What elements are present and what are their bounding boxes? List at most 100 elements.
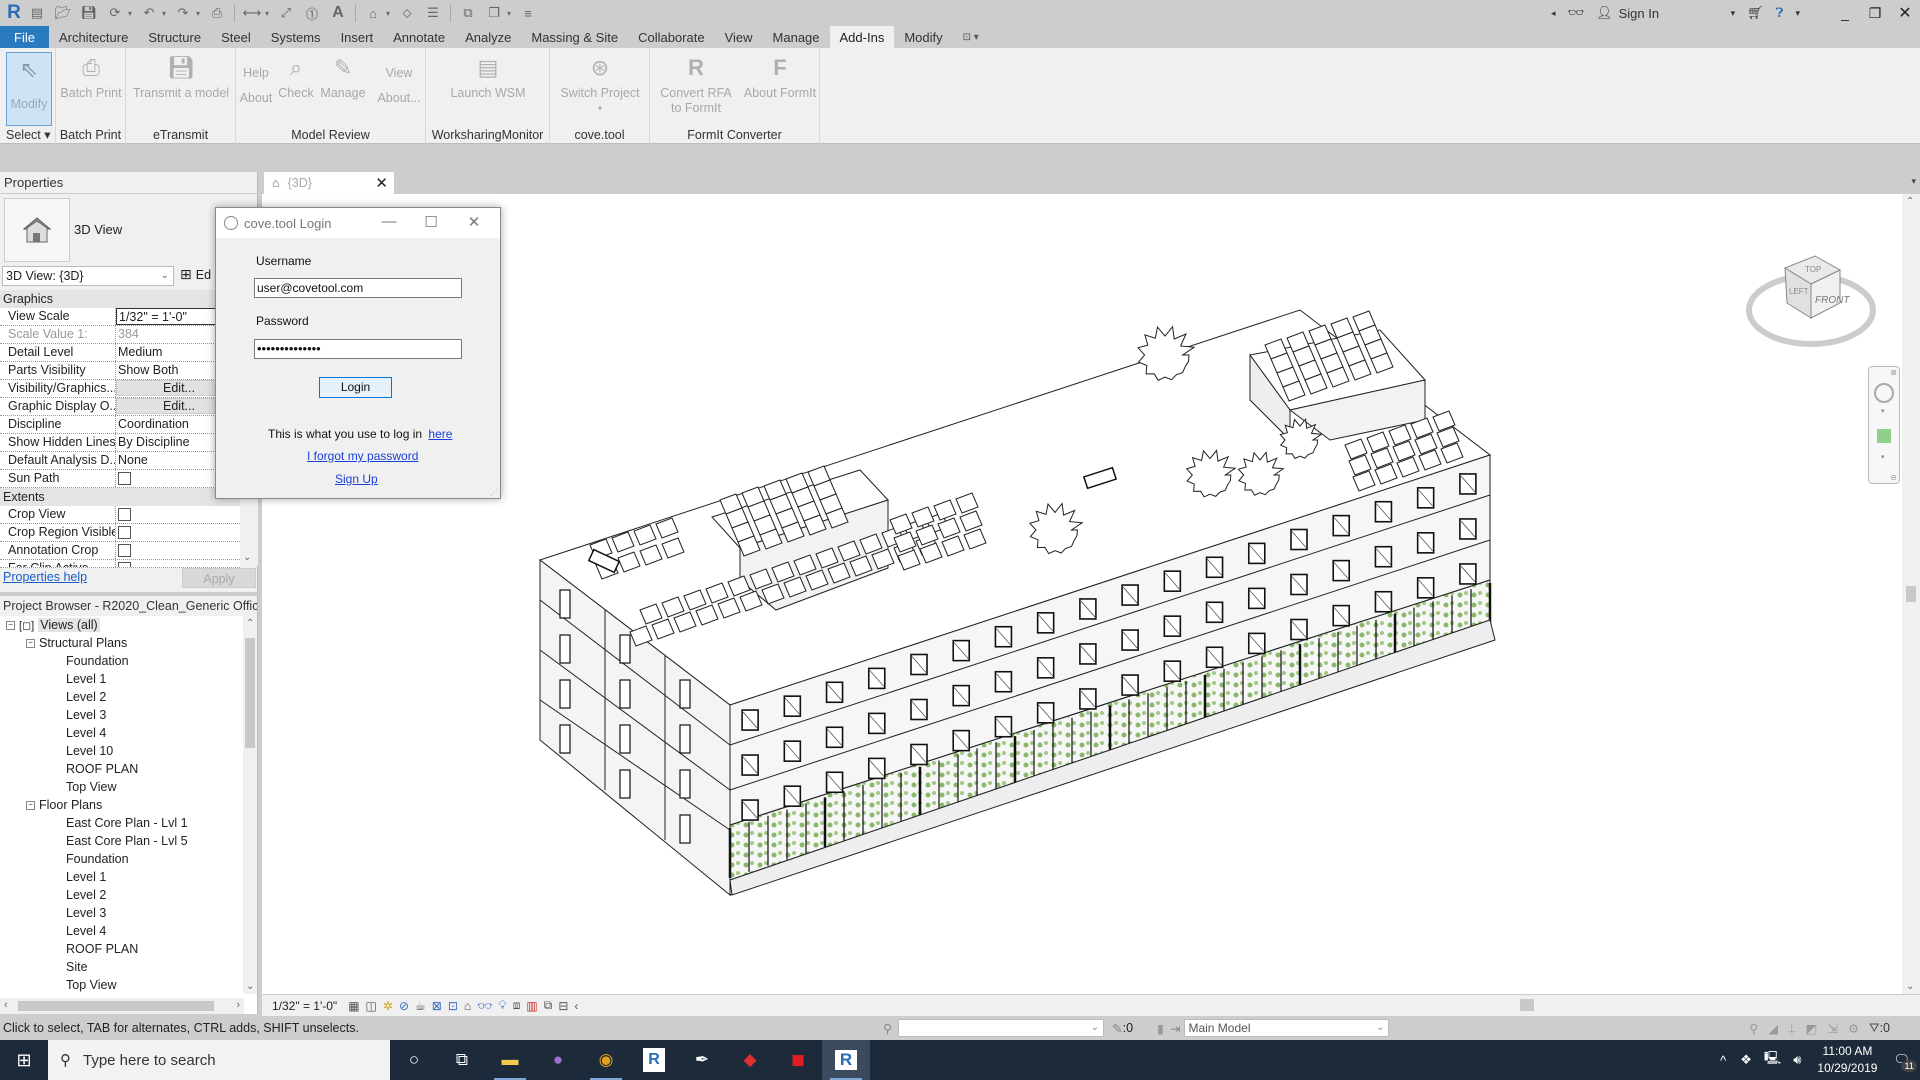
sun-path-checkbox[interactable]	[118, 472, 131, 485]
undo-icon[interactable]: ↶	[138, 3, 160, 23]
manage-button[interactable]: ✎ Manage	[318, 52, 368, 101]
view-about-button[interactable]: About...	[374, 91, 424, 106]
convert-rfa-button[interactable]: R Convert RFA to FormIt	[652, 52, 740, 116]
collapse-arrow-icon[interactable]: ◂	[1551, 8, 1556, 19]
show-hidden-icons[interactable]: ^	[1720, 1053, 1726, 1068]
about-formit-button[interactable]: F About FormIt	[740, 52, 820, 101]
viewcube-front-label[interactable]: FRONT	[1815, 295, 1850, 306]
cortana-icon[interactable]: ○	[390, 1040, 438, 1080]
filter-icon[interactable]: ⛛	[1869, 1021, 1880, 1036]
sign-in-link[interactable]: Sign In	[1619, 6, 1719, 21]
sync-icon[interactable]: ⟳	[104, 3, 126, 23]
properties-help-link[interactable]: Properties help	[3, 570, 87, 584]
modify-button[interactable]: ⇖ Modify	[6, 52, 52, 126]
start-button[interactable]: ⊞	[0, 1040, 48, 1080]
file-explorer-icon[interactable]: ▬	[486, 1040, 534, 1080]
tab-analyze[interactable]: Analyze	[455, 26, 521, 48]
apply-button[interactable]: Apply	[182, 568, 256, 588]
reveal-constraints-icon[interactable]: ⧉	[544, 998, 553, 1013]
select-underlay-icon[interactable]: ◢	[1768, 1021, 1778, 1036]
3d-view-dropdown-icon[interactable]: ▾	[386, 9, 394, 18]
binoculars-icon[interactable]: 👓︎	[1568, 5, 1585, 21]
tab-3d-view[interactable]: ⌂ {3D} ✕	[264, 172, 394, 194]
tab-annotate[interactable]: Annotate	[383, 26, 455, 48]
minimize-icon[interactable]: _	[1830, 5, 1860, 21]
viewcube-left-label[interactable]: LEFT	[1789, 287, 1809, 296]
zoom-region-icon[interactable]	[1877, 429, 1891, 443]
scroll-thumb[interactable]	[18, 1001, 214, 1011]
browser-vertical-scrollbar[interactable]: ⌃ ⌄	[243, 616, 257, 994]
annotation-crop-checkbox[interactable]	[118, 544, 131, 557]
restore-icon[interactable]: ❐	[1860, 5, 1890, 22]
render-icon[interactable]: ☕︎	[415, 999, 426, 1013]
login-button[interactable]: Login	[319, 377, 392, 398]
tree-item-structural-plan[interactable]: Foundation	[0, 652, 244, 670]
tab-systems[interactable]: Systems	[261, 26, 331, 48]
view-button[interactable]: View About...	[374, 66, 424, 106]
tree-node-views-all[interactable]: − [◻] Views (all)	[0, 616, 244, 634]
tab-insert[interactable]: Insert	[331, 26, 384, 48]
temporary-view-properties-icon[interactable]: ⧈	[513, 998, 521, 1013]
sign-in-dropdown-icon[interactable]: ▾	[1731, 8, 1736, 19]
navbar-options-icon[interactable]: ⊖	[1890, 473, 1897, 482]
maximize-icon[interactable]: ☐	[421, 213, 441, 231]
tree-item-structural-plan[interactable]: Level 2	[0, 688, 244, 706]
minimize-icon[interactable]: —	[379, 213, 399, 230]
text-icon[interactable]: A	[327, 3, 349, 23]
design-option-exclude-icon[interactable]: ⇥	[1170, 1021, 1180, 1036]
inkscape-icon[interactable]: ✒︎	[678, 1040, 726, 1080]
scroll-left-icon[interactable]: ‹	[4, 999, 8, 1011]
revit-active-icon[interactable]: R	[822, 1040, 870, 1080]
detail-level-icon[interactable]: ▦	[348, 999, 359, 1013]
help-dropdown-icon[interactable]: ▾	[1795, 8, 1800, 19]
drag-elements-icon[interactable]: ⇲	[1827, 1021, 1837, 1036]
edit-type-button[interactable]: ⊞ Ed	[180, 266, 211, 283]
close-tab-icon[interactable]: ✕	[375, 174, 388, 192]
tab-collaborate[interactable]: Collaborate	[628, 26, 715, 48]
tab-manage[interactable]: Manage	[763, 26, 830, 48]
task-view-icon[interactable]: ⧉	[438, 1040, 486, 1080]
tree-item-floor-plan[interactable]: Level 3	[0, 904, 244, 922]
redo-icon[interactable]: ↷	[172, 3, 194, 23]
chrome-icon[interactable]: ◉	[582, 1040, 630, 1080]
steering-wheel-icon[interactable]	[1874, 383, 1894, 403]
aligned-dimension-icon[interactable]: ⤢	[275, 3, 297, 23]
tab-file[interactable]: File	[0, 26, 49, 48]
undo-dropdown-icon[interactable]: ▾	[162, 9, 170, 18]
switch-windows-dropdown-icon[interactable]: ▾	[507, 9, 515, 18]
editable-only-icon[interactable]: ✎	[1112, 1021, 1122, 1036]
customize-qat-icon[interactable]: ≡	[517, 3, 539, 23]
help-icon[interactable]: ❓︎	[1776, 5, 1784, 21]
view-horizontal-scrollbar[interactable]: ›	[1262, 995, 1920, 1017]
select-dropdown[interactable]: Select ▾	[0, 127, 55, 142]
collapse-icon[interactable]: −	[26, 801, 35, 811]
reveal-hidden-icon[interactable]: 💡︎	[498, 998, 506, 1013]
taskbar-search[interactable]: ⚲ Type here to search	[48, 1040, 390, 1080]
forgot-password-link[interactable]: I forgot my password	[307, 449, 418, 463]
view-scale-control[interactable]: 1/32" = 1'-0"	[272, 999, 337, 1013]
unlocked-view-icon[interactable]: ⌂	[464, 999, 471, 1013]
password-input[interactable]: ••••••••••••••	[254, 339, 462, 359]
type-selector[interactable]: 3D View: {3D} ⌄	[2, 266, 174, 286]
cart-icon[interactable]: 🛒︎	[1747, 5, 1764, 21]
transmit-model-button[interactable]: 💾︎ Transmit a model	[128, 52, 234, 101]
tree-item-floor-plan[interactable]: Site	[0, 958, 244, 976]
select-pinned-icon[interactable]: ⍊	[1788, 1021, 1796, 1036]
sun-path-icon[interactable]: ✲	[383, 999, 393, 1013]
ribbon-minimize-icon[interactable]: ⊡ ▾	[953, 26, 989, 48]
view-vertical-scrollbar[interactable]: ⌃ ⌄	[1902, 194, 1920, 994]
tab-structure[interactable]: Structure	[138, 26, 211, 48]
dropbox-icon[interactable]: ❖	[1740, 1052, 1752, 1068]
tab-add-ins[interactable]: Add-Ins	[829, 26, 895, 48]
scroll-thumb[interactable]	[1906, 586, 1916, 602]
tree-item-structural-plan[interactable]: Level 10	[0, 742, 244, 760]
zoom-dropdown-icon[interactable]: ▾	[1881, 453, 1885, 461]
batch-print-button[interactable]: ⎙ Batch Print	[60, 52, 122, 101]
worksharing-display-icon[interactable]: ▥	[526, 999, 537, 1013]
close-hidden-windows-icon[interactable]: ⧉	[457, 3, 479, 23]
help-button[interactable]: Help About	[238, 66, 274, 106]
close-icon[interactable]: ✕	[464, 213, 484, 231]
tree-item-floor-plan[interactable]: East Core Plan - Lvl 1	[0, 814, 244, 832]
3d-view-canvas[interactable]: TOP LEFT FRONT ⊗ ▾ ▾ ⊖	[262, 194, 1902, 994]
tree-item-structural-plan[interactable]: Level 3	[0, 706, 244, 724]
